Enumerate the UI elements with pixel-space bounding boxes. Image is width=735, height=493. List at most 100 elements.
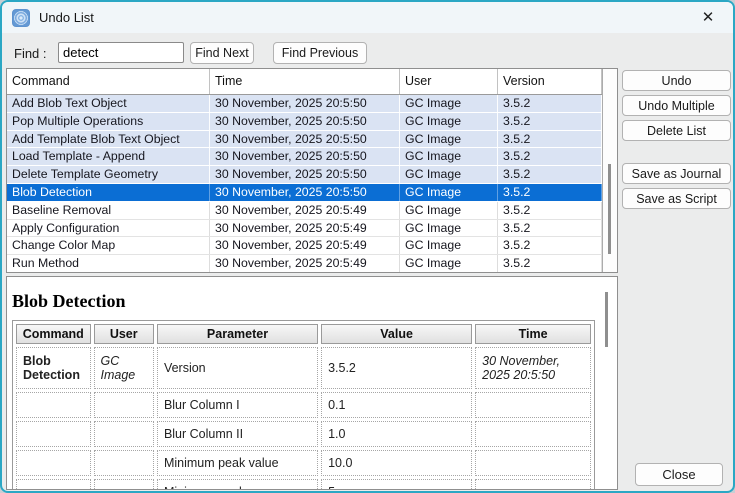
cell-version: 3.5.2 — [498, 166, 602, 183]
cell-user: GC Image — [400, 148, 498, 165]
cell-version: 3.5.2 — [498, 255, 602, 272]
detail-cell-value: 1.0 — [321, 421, 472, 447]
detail-heading: Blob Detection — [12, 291, 125, 312]
cell-command: Run Method — [7, 255, 210, 272]
detail-column-parameter: Parameter — [157, 324, 318, 344]
detail-cell-parameter: Blur Column II — [157, 421, 318, 447]
detail-cell-value: 10.0 — [321, 450, 472, 476]
detail-scrollbar-thumb[interactable] — [605, 292, 608, 347]
history-scrollbar-thumb[interactable] — [608, 164, 611, 254]
cell-user: GC Image — [400, 237, 498, 254]
cell-user: GC Image — [400, 166, 498, 183]
cell-command: Add Template Blob Text Object — [7, 131, 210, 148]
column-header-version[interactable]: Version — [498, 69, 602, 94]
cell-command: Delete Template Geometry — [7, 166, 210, 183]
cell-version: 3.5.2 — [498, 220, 602, 237]
detail-column-user: User — [94, 324, 154, 344]
cell-time: 30 November, 2025 20:5:50 — [210, 113, 400, 130]
delete-list-button[interactable]: Delete List — [622, 120, 731, 141]
cell-command: Add Blob Text Object — [7, 95, 210, 112]
cell-user: GC Image — [400, 184, 498, 201]
find-input[interactable] — [58, 42, 184, 63]
detail-cell-user — [94, 479, 154, 490]
save-as-journal-button[interactable]: Save as Journal — [622, 163, 731, 184]
table-row[interactable]: Blob Detection30 November, 2025 20:5:50G… — [7, 184, 602, 202]
cell-command: Blob Detection — [7, 184, 210, 201]
history-table-header: Command Time User Version — [7, 69, 617, 95]
cell-version: 3.5.2 — [498, 113, 602, 130]
cell-time: 30 November, 2025 20:5:49 — [210, 220, 400, 237]
detail-table: Command User Parameter Value Time Blob D… — [12, 320, 595, 490]
find-previous-button[interactable]: Find Previous — [273, 42, 367, 64]
detail-cell-time — [475, 450, 591, 476]
detail-cell-user — [94, 450, 154, 476]
undo-button[interactable]: Undo — [622, 70, 731, 91]
detail-header-row: Command User Parameter Value Time — [16, 324, 591, 344]
save-as-script-button[interactable]: Save as Script — [622, 188, 731, 209]
table-row[interactable]: Change Color Map30 November, 2025 20:5:4… — [7, 237, 602, 255]
table-row[interactable]: Apply Configuration30 November, 2025 20:… — [7, 220, 602, 238]
table-row[interactable]: Baseline Removal30 November, 2025 20:5:4… — [7, 202, 602, 220]
cell-version: 3.5.2 — [498, 95, 602, 112]
cell-user: GC Image — [400, 255, 498, 272]
cell-user: GC Image — [400, 113, 498, 130]
window-close-icon[interactable]: ✕ — [693, 5, 723, 31]
detail-table-body: Blob DetectionGC ImageVersion3.5.230 Nov… — [16, 347, 591, 490]
close-button[interactable]: Close — [635, 463, 723, 486]
detail-cell-time — [475, 421, 591, 447]
cell-user: GC Image — [400, 220, 498, 237]
detail-cell-time: 30 November, 2025 20:5:50 — [475, 347, 591, 389]
detail-cell-parameter: Minimum peak area — [157, 479, 318, 490]
detail-cell-command — [16, 479, 91, 490]
find-next-button[interactable]: Find Next — [190, 42, 254, 64]
detail-column-value: Value — [321, 324, 472, 344]
detail-cell-parameter: Minimum peak value — [157, 450, 318, 476]
cell-time: 30 November, 2025 20:5:50 — [210, 148, 400, 165]
detail-row: Blob DetectionGC ImageVersion3.5.230 Nov… — [16, 347, 591, 389]
detail-cell-user — [94, 421, 154, 447]
detail-column-command: Command — [16, 324, 91, 344]
cell-time: 30 November, 2025 20:5:49 — [210, 255, 400, 272]
table-row[interactable]: Add Template Blob Text Object30 November… — [7, 131, 602, 149]
table-row[interactable]: Add Blob Text Object30 November, 2025 20… — [7, 95, 602, 113]
table-row[interactable]: Run Method30 November, 2025 20:5:49GC Im… — [7, 255, 602, 273]
detail-row: Minimum peak value10.0 — [16, 450, 591, 476]
cell-version: 3.5.2 — [498, 184, 602, 201]
undo-list-dialog: Undo List ✕ Find : Find Next Find Previo… — [0, 0, 735, 493]
cell-version: 3.5.2 — [498, 148, 602, 165]
cell-command: Apply Configuration — [7, 220, 210, 237]
cell-command: Baseline Removal — [7, 202, 210, 219]
column-header-command[interactable]: Command — [7, 69, 210, 94]
column-header-time[interactable]: Time — [210, 69, 400, 94]
detail-cell-value: 3.5.2 — [321, 347, 472, 389]
window-title: Undo List — [39, 10, 94, 25]
detail-column-time: Time — [475, 324, 591, 344]
find-label: Find : — [14, 46, 47, 61]
cell-time: 30 November, 2025 20:5:49 — [210, 202, 400, 219]
cell-command: Pop Multiple Operations — [7, 113, 210, 130]
cell-version: 3.5.2 — [498, 131, 602, 148]
detail-cell-user: GC Image — [94, 347, 154, 389]
cell-version: 3.5.2 — [498, 202, 602, 219]
detail-cell-command — [16, 450, 91, 476]
detail-cell-command — [16, 421, 91, 447]
undo-multiple-button[interactable]: Undo Multiple — [622, 95, 731, 116]
history-panel: Command Time User Version Add Blob Text … — [6, 68, 618, 273]
title-bar: Undo List ✕ — [2, 2, 733, 33]
cell-command: Load Template - Append — [7, 148, 210, 165]
detail-cell-user — [94, 392, 154, 418]
detail-row: Blur Column I0.1 — [16, 392, 591, 418]
history-scrollbar[interactable] — [602, 69, 617, 272]
undo-list-app-icon — [12, 9, 30, 27]
table-row[interactable]: Load Template - Append30 November, 2025 … — [7, 148, 602, 166]
table-row[interactable]: Delete Template Geometry30 November, 202… — [7, 166, 602, 184]
cell-time: 30 November, 2025 20:5:49 — [210, 237, 400, 254]
detail-panel: Blob Detection Command User Parameter Va… — [6, 276, 618, 490]
table-row[interactable]: Pop Multiple Operations30 November, 2025… — [7, 113, 602, 131]
cell-time: 30 November, 2025 20:5:50 — [210, 166, 400, 183]
cell-user: GC Image — [400, 131, 498, 148]
detail-row: Blur Column II1.0 — [16, 421, 591, 447]
detail-cell-value: 5 — [321, 479, 472, 490]
cell-time: 30 November, 2025 20:5:50 — [210, 184, 400, 201]
column-header-user[interactable]: User — [400, 69, 498, 94]
